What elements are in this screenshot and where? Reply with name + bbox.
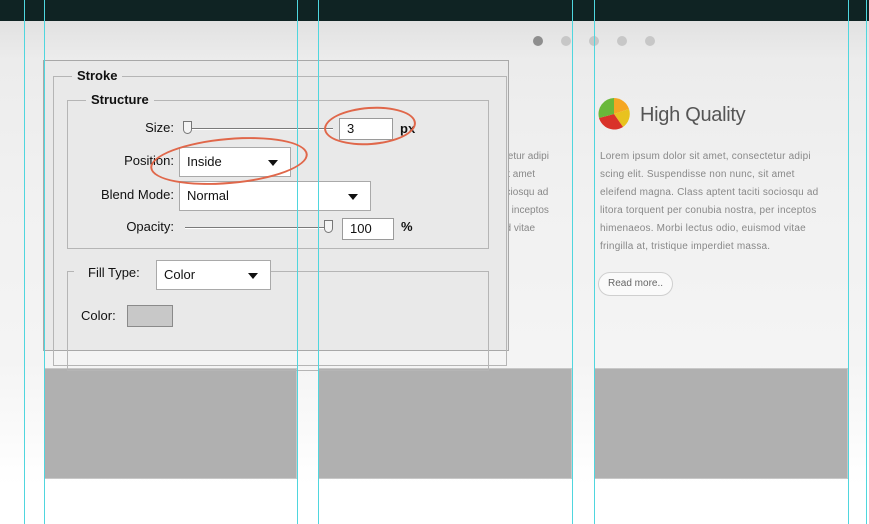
color-swatch[interactable] — [127, 305, 173, 327]
pie-chart-icon — [598, 98, 630, 130]
size-slider-thumb[interactable] — [183, 121, 192, 134]
slider-dot[interactable] — [645, 36, 655, 46]
slider-dot[interactable] — [617, 36, 627, 46]
text-line: ociosqu ad — [500, 187, 549, 198]
text-line: eleifend magna. Class aptent taciti soci… — [600, 187, 819, 198]
text-line: himenaeos. Morbi lectus odio, euismod vi… — [600, 223, 806, 234]
fill-type-value: Color — [164, 267, 196, 282]
text-line: sit amet — [500, 169, 536, 180]
fill-type-label: Fill Type: — [74, 265, 164, 280]
text-line: fringilla at, tristique imperdiet massa. — [600, 241, 771, 252]
guide-line[interactable] — [866, 0, 867, 524]
fill-type-select[interactable]: Color — [156, 260, 271, 290]
read-more-button[interactable]: Read more.. — [598, 272, 674, 296]
text-line: scing elit. Suspendisse non nunc, sit am… — [600, 169, 795, 180]
blend-mode-value: Normal — [187, 188, 229, 203]
structure-legend: Structure — [86, 92, 154, 107]
size-slider[interactable] — [185, 128, 333, 130]
guide-line[interactable] — [24, 0, 25, 524]
guide-line[interactable] — [297, 0, 298, 524]
image-placeholder — [318, 368, 572, 479]
feature-title: High Quality — [640, 104, 746, 126]
text-line: Lorem ipsum dolor sit amet, consectetur … — [600, 151, 811, 162]
text-line: er inceptos — [500, 205, 549, 216]
guide-line[interactable] — [572, 0, 573, 524]
opacity-label: Opacity: — [126, 219, 174, 234]
opacity-slider[interactable] — [185, 227, 333, 229]
image-placeholder — [594, 368, 848, 479]
stroke-dialog: Stroke Structure Size: 3 px Position: In… — [43, 60, 509, 371]
column2-text: ctetur adipi sit amet ociosqu ad er ince… — [500, 148, 570, 256]
top-bar — [0, 0, 869, 21]
text-line: . — [500, 238, 570, 256]
guide-line[interactable] — [44, 0, 45, 524]
text-line: litora torquent per conubia nostra, per … — [600, 205, 817, 216]
color-label: Color: — [81, 308, 116, 323]
guide-line[interactable] — [318, 0, 319, 524]
text-line: ctetur adipi — [500, 151, 549, 162]
opacity-input[interactable]: 100 — [342, 218, 394, 240]
size-label: Size: — [145, 120, 174, 135]
guide-line[interactable] — [594, 0, 595, 524]
stroke-legend: Stroke — [72, 68, 123, 83]
opacity-unit: % — [401, 219, 413, 234]
slider-dot[interactable] — [561, 36, 571, 46]
slider-dot[interactable] — [533, 36, 543, 46]
blend-mode-select[interactable]: Normal — [179, 181, 371, 211]
image-placeholder — [44, 368, 297, 479]
chevron-down-icon — [348, 194, 358, 200]
text-line: od vitae — [500, 223, 536, 234]
feature-description: Lorem ipsum dolor sit amet, consectetur … — [600, 148, 850, 256]
blend-mode-label: Blend Mode: — [101, 187, 174, 202]
chevron-down-icon — [248, 273, 258, 279]
opacity-slider-thumb[interactable] — [324, 220, 333, 233]
guide-line[interactable] — [848, 0, 849, 524]
